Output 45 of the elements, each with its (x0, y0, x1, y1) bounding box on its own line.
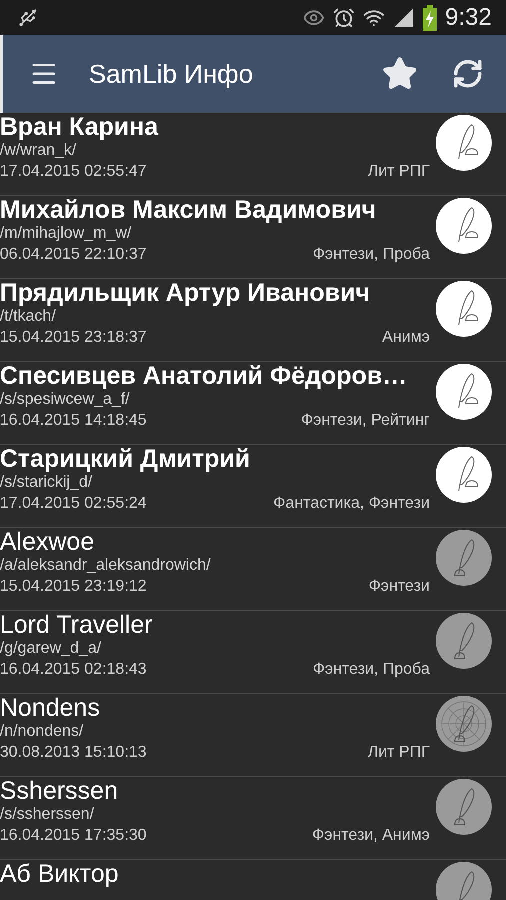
author-name: Lord Traveller (0, 611, 154, 639)
author-name: Вран Карина (0, 113, 160, 141)
genre-list: Фэнтези, Рейтинг (301, 410, 430, 432)
genre-list: Лит РПГ (368, 161, 430, 183)
genre-list: Фэнтези (368, 576, 430, 598)
app-title: SamLib Инфо (89, 58, 254, 90)
author-path: /s/ssherssen/ (0, 805, 96, 825)
refresh-button[interactable] (452, 58, 484, 90)
update-date: 16.04.2015 02:18:43 (0, 660, 147, 680)
genre-list: Фантастика, Фэнтези (274, 493, 430, 515)
update-date: 17.04.2015 02:55:47 (0, 162, 147, 182)
author-path: /n/nondens/ (0, 722, 85, 742)
signal-icon (393, 6, 416, 28)
update-date: 17.04.2015 02:55:24 (0, 494, 147, 514)
author-name: Прядильщик Артур Иванович (0, 279, 372, 307)
update-date: 16.04.2015 17:35:30 (0, 826, 147, 846)
author-name: Аб Виктор (0, 860, 120, 888)
genre-list: Фэнтези, Проба (312, 244, 430, 266)
author-name: Спесивцев Анатолий Фёдоров… (0, 362, 408, 390)
status-time: 9:32 (445, 4, 492, 32)
author-name: Alexwoe (0, 528, 96, 556)
genre-list: Фэнтези, Анимэ (312, 825, 430, 847)
genre-list: Анимэ (382, 327, 430, 349)
update-date: 16.04.2015 14:18:45 (0, 411, 147, 431)
battery-icon (423, 4, 438, 30)
author-name: Nondens (0, 694, 102, 722)
author-path: /s/spesiwcew_a_f/ (0, 390, 131, 410)
alarm-icon (333, 6, 356, 28)
author-path: /m/mihajlow_m_w/ (0, 224, 133, 244)
update-date: 15.04.2015 23:19:12 (0, 577, 147, 597)
author-name: Ssherssen (0, 777, 120, 805)
genre-list: Фэнтези, Проба (312, 659, 430, 681)
author-path: /t/tkach/ (0, 307, 58, 327)
author-name: Михайлов Максим Вадимович (0, 196, 378, 224)
update-date: 15.04.2015 23:18:37 (0, 328, 147, 348)
author-name: Старицкий Дмитрий (0, 445, 252, 473)
author-path: /s/starickij_d/ (0, 473, 94, 493)
genre-list: Лит РПГ (368, 742, 430, 764)
update-date: 30.08.2013 15:10:13 (0, 743, 147, 763)
author-path: /w/wran_k/ (0, 141, 78, 161)
usb-icon (18, 8, 38, 28)
author-path: /a/aleksandr_aleksandrowich/ (0, 556, 212, 576)
author-path: /g/garew_d_a/ (0, 639, 102, 659)
star-button[interactable] (382, 56, 418, 92)
update-date: 06.04.2015 22:10:37 (0, 245, 147, 265)
